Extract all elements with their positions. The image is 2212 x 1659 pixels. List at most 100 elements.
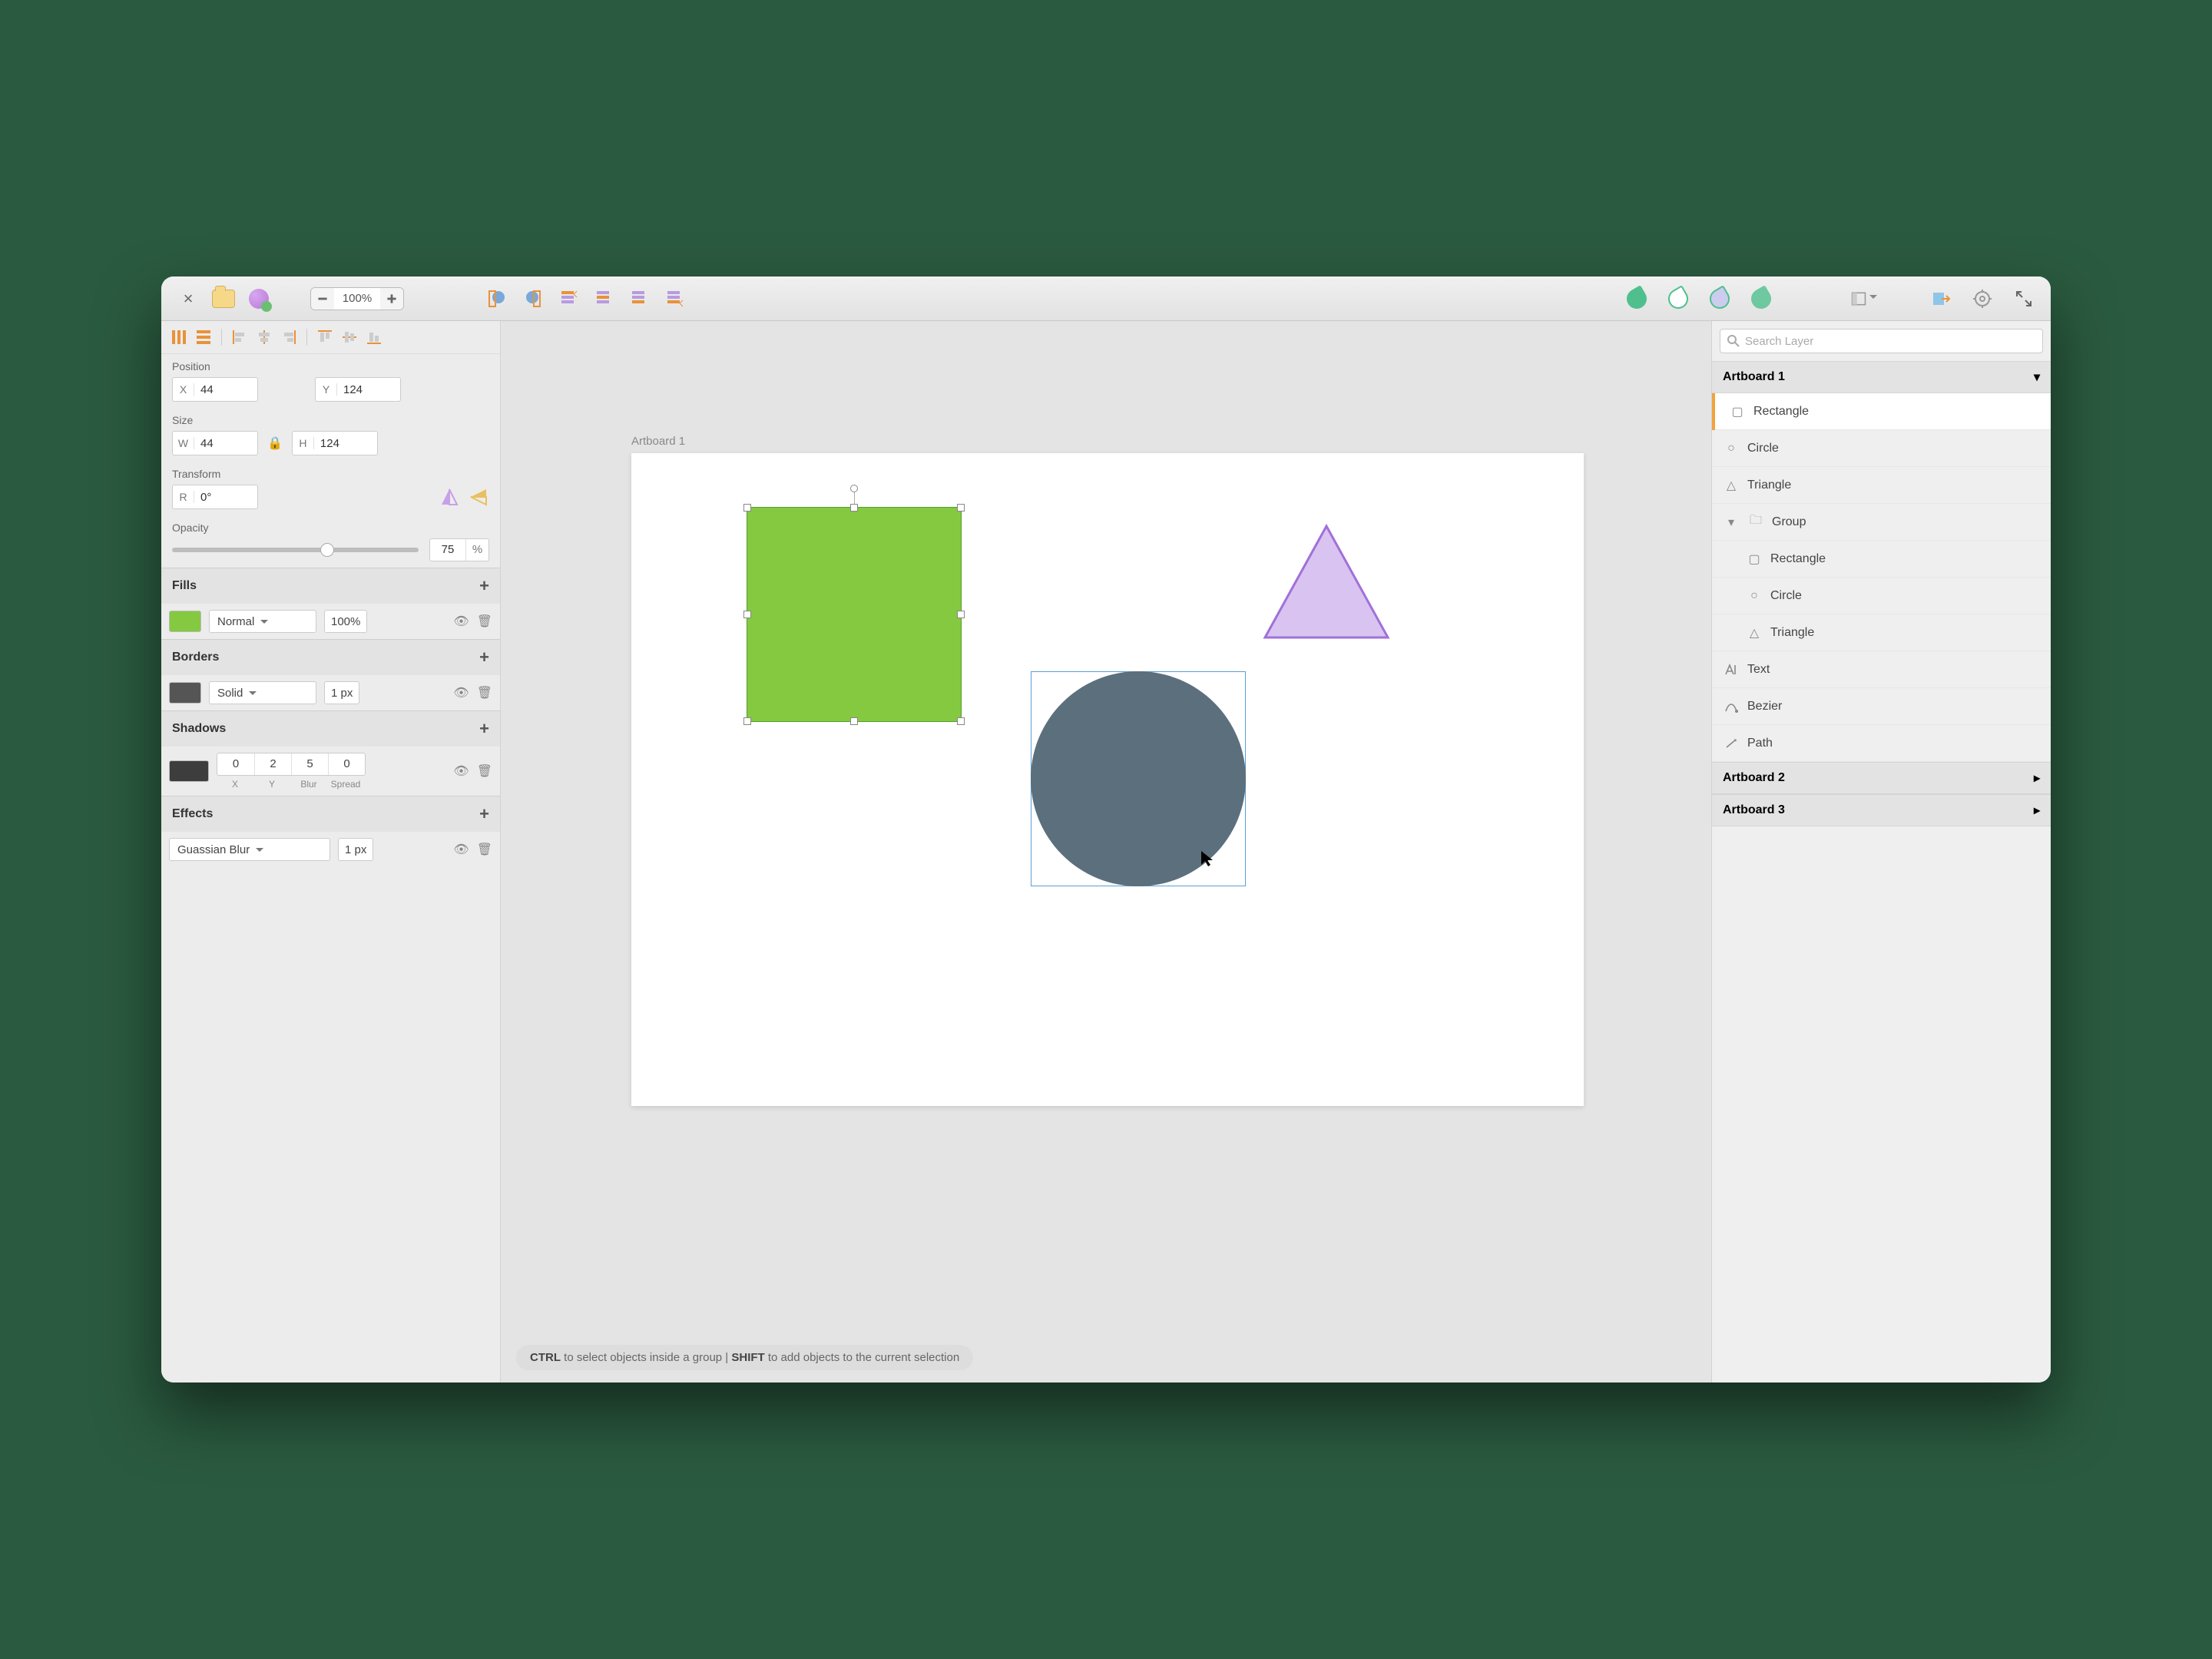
resize-handle[interactable]: [850, 504, 858, 512]
layer-triangle[interactable]: △Triangle: [1712, 467, 2051, 504]
add-effect-button[interactable]: +: [479, 804, 489, 824]
trash-icon[interactable]: 🗑: [477, 614, 492, 629]
effect-dropdown[interactable]: Guassian Blur: [169, 838, 330, 861]
align-vcenter-button[interactable]: [339, 327, 359, 347]
border-width-input[interactable]: 1 px: [324, 681, 359, 704]
arrange-tool-2[interactable]: [590, 286, 616, 312]
shape-triangle[interactable]: [1261, 522, 1392, 645]
shadow-inputs[interactable]: 0 2 5 0: [217, 753, 366, 776]
artboard-header[interactable]: Artboard 3▸: [1712, 794, 2051, 826]
arrange-tool-3[interactable]: [625, 286, 651, 312]
shadow-labels: XYBlurSpread: [217, 779, 366, 790]
trash-icon[interactable]: 🗑: [477, 842, 492, 857]
align-hcenter-button[interactable]: [254, 327, 274, 347]
layer-bezier[interactable]: Bezier: [1712, 688, 2051, 725]
layer-circle[interactable]: ○Circle: [1712, 430, 2051, 467]
align-right-button[interactable]: [279, 327, 299, 347]
shadow-swatch[interactable]: [169, 760, 209, 782]
layer-triangle[interactable]: △Triangle: [1712, 614, 2051, 651]
align-tool-1[interactable]: [484, 286, 510, 312]
zoom-out-button[interactable]: [311, 288, 334, 310]
layer-rectangle[interactable]: ▢Rectangle: [1712, 393, 2051, 430]
chevron-down-icon: ▾: [2034, 369, 2040, 385]
add-fill-button[interactable]: +: [479, 576, 489, 596]
resize-handle[interactable]: [743, 504, 751, 512]
lock-icon[interactable]: 🔒: [267, 435, 283, 451]
fill-opacity-input[interactable]: 100%: [324, 610, 367, 633]
export-icon: [1931, 289, 1951, 309]
export-button[interactable]: [1928, 286, 1954, 312]
artboard-label[interactable]: Artboard 1: [631, 435, 685, 448]
resize-handle[interactable]: [743, 611, 751, 618]
open-button[interactable]: [210, 286, 237, 312]
boolean-intersect[interactable]: [1707, 286, 1733, 312]
shape-rectangle[interactable]: [747, 507, 962, 722]
triangle-icon: △: [1746, 625, 1763, 641]
align-bottom-button[interactable]: [364, 327, 384, 347]
layer-rectangle[interactable]: ▢Rectangle: [1712, 541, 2051, 578]
effect-value-input[interactable]: 1 px: [338, 838, 373, 861]
y-input[interactable]: Y124: [315, 377, 401, 402]
h-input[interactable]: H124: [292, 431, 378, 455]
fill-swatch[interactable]: [169, 611, 201, 632]
eye-icon[interactable]: 👁: [453, 763, 469, 779]
align-top-button[interactable]: [315, 327, 335, 347]
w-input[interactable]: W44: [172, 431, 258, 455]
layer-text[interactable]: Text: [1712, 651, 2051, 688]
new-doc-button[interactable]: [246, 286, 272, 312]
chevron-right-icon: ▸: [2034, 803, 2040, 818]
align-left-button[interactable]: [230, 327, 250, 347]
dist-v-button[interactable]: [194, 327, 214, 347]
add-border-button[interactable]: +: [479, 647, 489, 667]
resize-handle[interactable]: [850, 717, 858, 725]
canvas-area[interactable]: Artboard 1: [501, 321, 1711, 1382]
close-button[interactable]: ×: [175, 286, 201, 312]
opacity-slider[interactable]: [172, 548, 419, 552]
shadows-header: Shadows+: [161, 711, 500, 747]
resize-handle[interactable]: [743, 717, 751, 725]
dist-icon: [195, 329, 212, 346]
layer-search-input[interactable]: Search Layer: [1720, 329, 2043, 353]
trash-icon[interactable]: 🗑: [477, 685, 492, 700]
flip-v-icon[interactable]: [468, 486, 489, 508]
settings-button[interactable]: [1969, 286, 1995, 312]
fill-blend-dropdown[interactable]: Normal: [209, 610, 316, 633]
x-input[interactable]: X44: [172, 377, 258, 402]
rotate-handle[interactable]: [850, 485, 858, 492]
boolean-difference[interactable]: [1748, 286, 1774, 312]
border-style-dropdown[interactable]: Solid: [209, 681, 316, 704]
fullscreen-icon: [2015, 290, 2032, 307]
eye-icon[interactable]: 👁: [453, 685, 469, 700]
zoom-value[interactable]: 100%: [334, 292, 380, 305]
trash-icon[interactable]: 🗑: [477, 763, 492, 779]
arrange-tool-1[interactable]: [555, 286, 581, 312]
opacity-input[interactable]: 75%: [429, 538, 489, 561]
eye-icon[interactable]: 👁: [453, 842, 469, 857]
app-window: × 100%: [161, 276, 2051, 1382]
chevron-right-icon: ▸: [2034, 770, 2040, 786]
caret-icon: [249, 691, 257, 699]
border-swatch[interactable]: [169, 682, 201, 704]
rotation-input[interactable]: R0°: [172, 485, 258, 509]
boolean-union[interactable]: [1624, 286, 1650, 312]
resize-handle[interactable]: [957, 611, 965, 618]
resize-handle[interactable]: [957, 717, 965, 725]
dist-h-button[interactable]: [169, 327, 189, 347]
artboard-header[interactable]: Artboard 2▸: [1712, 762, 2051, 794]
flip-h-icon[interactable]: [439, 486, 460, 508]
fullscreen-button[interactable]: [2011, 286, 2037, 312]
align-tool-2[interactable]: [519, 286, 545, 312]
align-vcenter-icon: [341, 329, 358, 346]
resize-handle[interactable]: [957, 504, 965, 512]
zoom-in-button[interactable]: [380, 288, 403, 310]
layer-path[interactable]: Path: [1712, 725, 2051, 762]
layer-circle[interactable]: ○Circle: [1712, 578, 2051, 614]
arrange-tool-4[interactable]: [661, 286, 687, 312]
artboard-header[interactable]: Artboard 1▾: [1712, 361, 2051, 393]
layout-button[interactable]: [1851, 286, 1877, 312]
eye-icon[interactable]: 👁: [453, 614, 469, 629]
add-shadow-button[interactable]: +: [479, 719, 489, 739]
layer-group[interactable]: ▾🗀Group: [1712, 504, 2051, 541]
boolean-subtract[interactable]: [1665, 286, 1691, 312]
artboard[interactable]: [631, 453, 1584, 1106]
